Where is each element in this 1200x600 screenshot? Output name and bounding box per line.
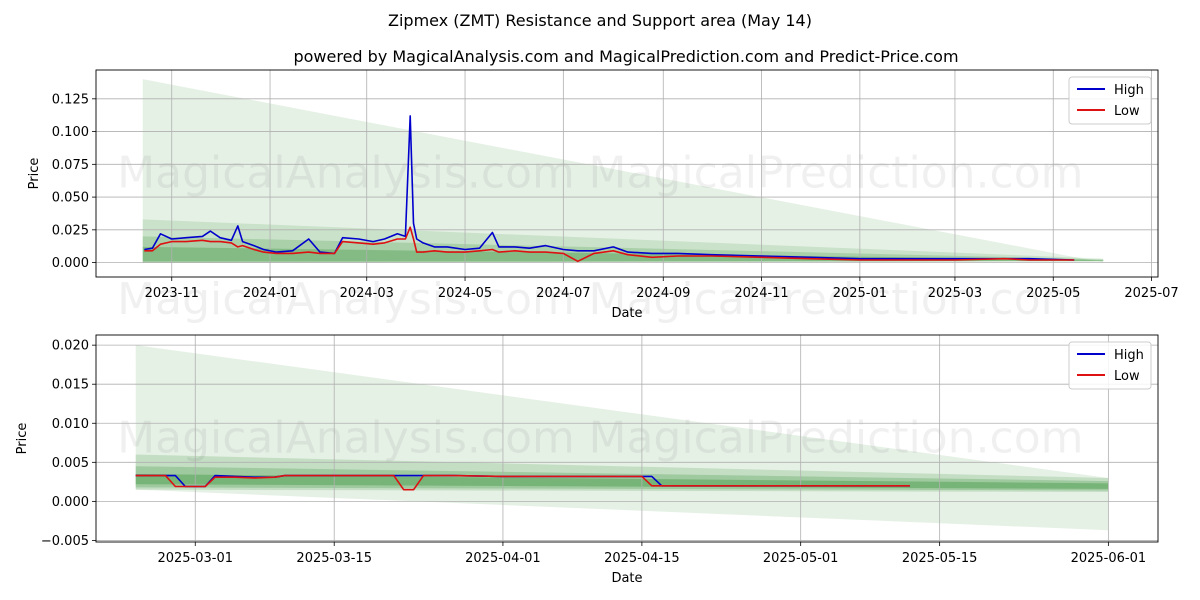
legend-label-high: High [1114, 348, 1144, 363]
y-tick-label: 0.010 [52, 417, 89, 432]
x-tick-label: 2025-05-15 [902, 551, 978, 566]
y-tick-label: 0.005 [52, 456, 89, 471]
x-tick-label: 2025-03 [928, 286, 982, 301]
x-tick-label: 2025-03-01 [157, 551, 233, 566]
x-tick-label: 2024-05 [438, 286, 492, 301]
chart-title: Zipmex (ZMT) Resistance and Support area… [388, 11, 812, 30]
x-tick-label: 2024-09 [636, 286, 690, 301]
y-tick-label: 0.075 [52, 158, 89, 173]
x-tick-label: 2025-01 [833, 286, 887, 301]
y-tick-label: −0.005 [41, 534, 89, 549]
x-tick-label: 2025-05 [1026, 286, 1080, 301]
y-tick-label: 0.020 [52, 339, 89, 354]
chart-subtitle: powered by MagicalAnalysis.com and Magic… [293, 47, 958, 66]
legend-label-high: High [1114, 83, 1144, 98]
y-tick-label: 0.000 [52, 256, 89, 271]
x-axis-label: Date [611, 571, 642, 586]
y-tick-label: 0.015 [52, 378, 89, 393]
y-tick-label: 0.025 [52, 223, 89, 238]
watermark-prediction: MagicalPrediction.com [589, 413, 1084, 464]
y-tick-label: 0.100 [52, 125, 89, 140]
watermark-prediction: MagicalPrediction.com [589, 148, 1084, 199]
y-axis-label: Price [15, 423, 30, 455]
lower-chart-panel: MagicalAnalysis.com MagicalPrediction.com… [15, 334, 1159, 586]
figure: Zipmex (ZMT) Resistance and Support area… [15, 11, 1179, 586]
x-tick-label: 2025-04-15 [604, 551, 680, 566]
legend-label-low: Low [1114, 369, 1140, 384]
legend-label-low: Low [1114, 104, 1140, 119]
x-tick-label: 2025-07 [1124, 286, 1178, 301]
x-tick-label: 2025-04-01 [465, 551, 541, 566]
watermark-analysis: MagicalAnalysis.com [117, 413, 575, 464]
x-tick-label: 2024-07 [536, 286, 590, 301]
y-tick-label: 0.125 [52, 92, 89, 107]
y-axis-label: Price [27, 158, 42, 190]
x-tick-label: 2025-06-01 [1071, 551, 1147, 566]
x-tick-label: 2024-01 [243, 286, 297, 301]
x-tick-label: 2023-11 [145, 286, 199, 301]
legend: High Low [1068, 76, 1152, 125]
x-axis-label: Date [611, 306, 642, 321]
y-tick-label: 0.000 [52, 495, 89, 510]
x-tick-label: 2025-03-15 [296, 551, 372, 566]
watermark-analysis: MagicalAnalysis.com [117, 148, 575, 199]
upper-chart-panel: MagicalAnalysis.com MagicalPrediction.com… [27, 69, 1179, 325]
x-tick-label: 2024-11 [734, 286, 788, 301]
x-tick-label: 2025-05-01 [763, 551, 839, 566]
legend: High Low [1068, 341, 1152, 390]
x-tick-label: 2024-03 [340, 286, 394, 301]
y-tick-label: 0.050 [52, 191, 89, 206]
